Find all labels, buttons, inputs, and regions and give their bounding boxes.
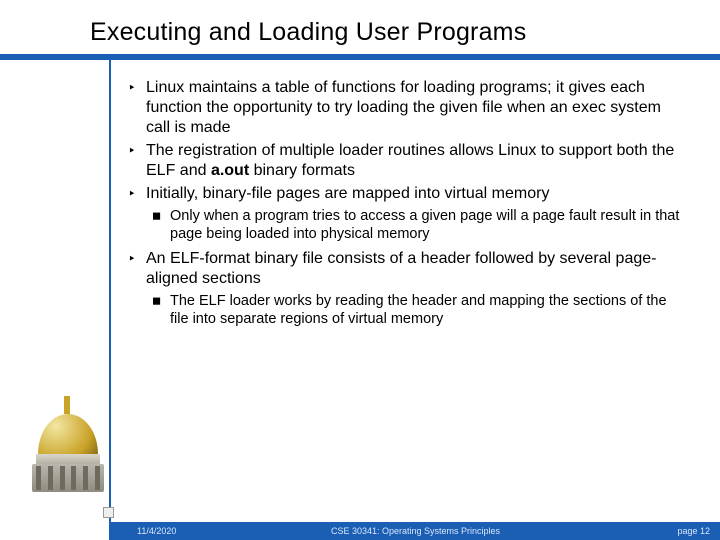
bullet-level2: ◼Only when a program tries to access a g… bbox=[152, 207, 688, 243]
square-bullet-icon: ◼ bbox=[152, 207, 170, 243]
title-rule bbox=[0, 54, 720, 60]
bullet-level2: ◼The ELF loader works by reading the hea… bbox=[152, 292, 688, 328]
arrow-bullet-icon: ‣ bbox=[128, 249, 146, 289]
institution-logo bbox=[28, 392, 106, 492]
bullet-level1: ‣An ELF-format binary file consists of a… bbox=[128, 249, 688, 289]
bullet-level1: ‣Linux maintains a table of functions fo… bbox=[128, 78, 688, 138]
bullet-text: Initially, binary-file pages are mapped … bbox=[146, 184, 688, 204]
bullet-level1: ‣The registration of multiple loader rou… bbox=[128, 141, 688, 181]
footer-course: CSE 30341: Operating Systems Principles bbox=[111, 526, 720, 536]
decorative-square bbox=[103, 507, 114, 518]
bullet-text: Linux maintains a table of functions for… bbox=[146, 78, 688, 138]
bullet-text: The registration of multiple loader rout… bbox=[146, 141, 688, 181]
bullet-level1: ‣Initially, binary-file pages are mapped… bbox=[128, 184, 688, 204]
arrow-bullet-icon: ‣ bbox=[128, 141, 146, 181]
slide: Executing and Loading User Programs ‣Lin… bbox=[0, 0, 720, 540]
bullet-text: An ELF-format binary file consists of a … bbox=[146, 249, 688, 289]
footer-page: page 12 bbox=[677, 526, 710, 536]
square-bullet-icon: ◼ bbox=[152, 292, 170, 328]
arrow-bullet-icon: ‣ bbox=[128, 78, 146, 138]
bullet-text: Only when a program tries to access a gi… bbox=[170, 207, 688, 243]
slide-title: Executing and Loading User Programs bbox=[90, 18, 526, 47]
bullet-text: The ELF loader works by reading the head… bbox=[170, 292, 688, 328]
arrow-bullet-icon: ‣ bbox=[128, 184, 146, 204]
slide-body: ‣Linux maintains a table of functions fo… bbox=[128, 78, 688, 335]
footer-bar: 11/4/2020 CSE 30341: Operating Systems P… bbox=[111, 522, 720, 540]
left-rule bbox=[109, 54, 111, 540]
